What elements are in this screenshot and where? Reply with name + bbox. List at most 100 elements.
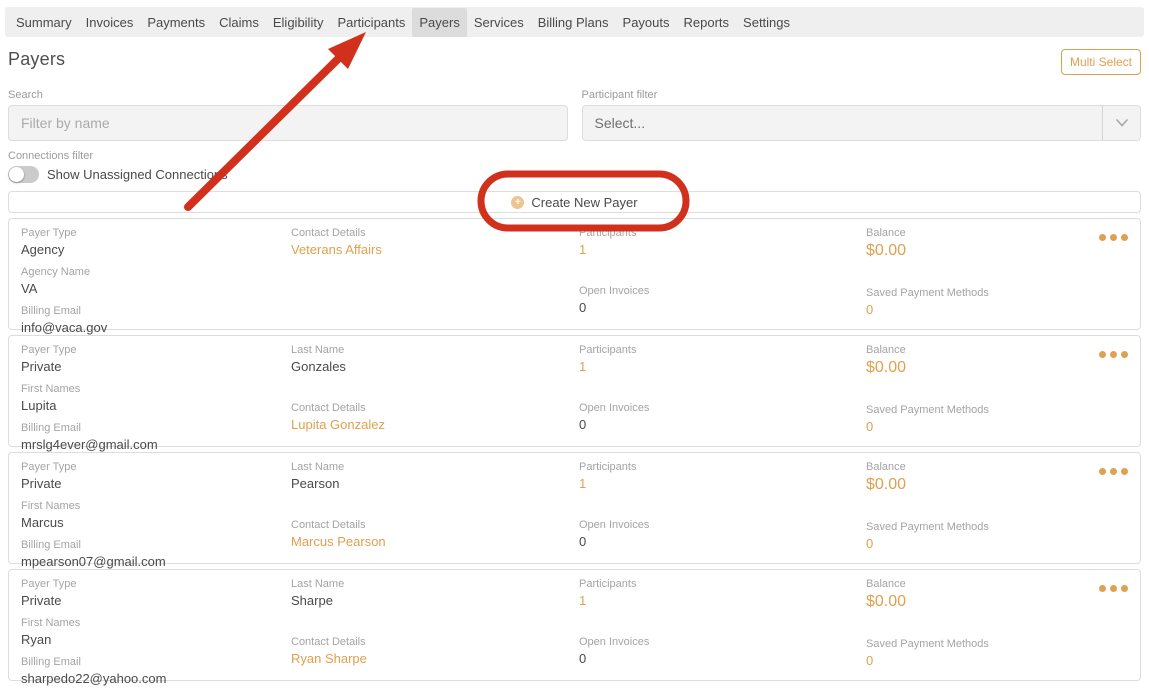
open-invoices-value: 0 bbox=[579, 533, 866, 550]
connections-filter-label: Connections filter bbox=[8, 150, 1141, 162]
create-new-payer-label: Create New Payer bbox=[531, 195, 637, 210]
payer-type-label: Payer Type bbox=[21, 227, 291, 240]
participant-filter-value: Select... bbox=[583, 115, 646, 131]
participant-filter-select[interactable]: Select... bbox=[582, 105, 1142, 141]
participants-label: Participants bbox=[579, 227, 866, 240]
first-names-label: First Names bbox=[21, 617, 291, 630]
contact-details-label: Contact Details bbox=[291, 227, 579, 240]
balance-value: $0.00 bbox=[866, 475, 1098, 494]
payer-type-label: Payer Type bbox=[21, 344, 291, 357]
billing-email-label: Billing Email bbox=[21, 539, 291, 552]
first-names-value: Lupita bbox=[21, 397, 291, 414]
last-name-value: Pearson bbox=[291, 475, 579, 492]
unassigned-connections-toggle[interactable] bbox=[8, 166, 39, 183]
tab-settings[interactable]: Settings bbox=[736, 8, 797, 37]
saved-payment-methods-label: Saved Payment Methods bbox=[866, 287, 1098, 300]
saved-payment-methods-label: Saved Payment Methods bbox=[866, 404, 1098, 417]
participants-value[interactable]: 1 bbox=[579, 475, 866, 492]
open-invoices-label: Open Invoices bbox=[579, 519, 866, 532]
tab-claims[interactable]: Claims bbox=[212, 8, 266, 37]
payer-card-veterans-affairs: Payer Type Agency Agency Name VA Billing… bbox=[8, 218, 1141, 330]
tab-payers[interactable]: Payers bbox=[412, 8, 466, 37]
payer-card-sharpe: Payer Type Private First Names Ryan Bill… bbox=[8, 569, 1141, 681]
tab-billing-plans[interactable]: Billing Plans bbox=[531, 8, 616, 37]
search-label: Search bbox=[8, 89, 568, 101]
agency-name-value: VA bbox=[21, 280, 291, 297]
card-menu-kebab-icon[interactable] bbox=[1098, 344, 1128, 453]
last-name-value: Gonzales bbox=[291, 358, 579, 375]
last-name-label: Last Name bbox=[291, 578, 579, 591]
payer-type-value: Private bbox=[21, 358, 291, 375]
first-names-value: Marcus bbox=[21, 514, 291, 531]
first-names-label: First Names bbox=[21, 500, 291, 513]
contact-details-link[interactable]: Ryan Sharpe bbox=[291, 650, 579, 667]
card-menu-kebab-icon[interactable] bbox=[1098, 227, 1128, 336]
payer-type-label: Payer Type bbox=[21, 578, 291, 591]
balance-label: Balance bbox=[866, 344, 1098, 357]
open-invoices-value: 0 bbox=[579, 299, 866, 316]
payer-type-value: Agency bbox=[21, 241, 291, 258]
agency-name-label: Agency Name bbox=[21, 266, 291, 279]
last-name-value: Sharpe bbox=[291, 592, 579, 609]
billing-email-label: Billing Email bbox=[21, 305, 291, 318]
participants-value[interactable]: 1 bbox=[579, 241, 866, 258]
billing-email-label: Billing Email bbox=[21, 656, 291, 669]
balance-value: $0.00 bbox=[866, 592, 1098, 611]
participants-label: Participants bbox=[579, 344, 866, 357]
toggle-knob bbox=[9, 167, 24, 182]
payer-card-gonzales: Payer Type Private First Names Lupita Bi… bbox=[8, 335, 1141, 447]
last-name-label: Last Name bbox=[291, 344, 579, 357]
balance-value: $0.00 bbox=[866, 241, 1098, 260]
top-nav-bar: Summary Invoices Payments Claims Eligibi… bbox=[5, 7, 1144, 37]
payer-type-label: Payer Type bbox=[21, 461, 291, 474]
connections-filter-group: Connections filter Show Unassigned Conne… bbox=[8, 150, 1141, 183]
participant-filter-label: Participant filter bbox=[582, 89, 1142, 101]
balance-value: $0.00 bbox=[866, 358, 1098, 377]
chevron-down-icon[interactable] bbox=[1102, 106, 1140, 140]
open-invoices-label: Open Invoices bbox=[579, 636, 866, 649]
saved-payment-methods-label: Saved Payment Methods bbox=[866, 521, 1098, 534]
contact-details-label: Contact Details bbox=[291, 402, 579, 415]
card-menu-kebab-icon[interactable] bbox=[1098, 461, 1128, 570]
balance-label: Balance bbox=[866, 578, 1098, 591]
tab-payouts[interactable]: Payouts bbox=[616, 8, 677, 37]
contact-details-link[interactable]: Veterans Affairs bbox=[291, 241, 579, 258]
participants-label: Participants bbox=[579, 461, 866, 474]
plus-icon: + bbox=[511, 196, 524, 209]
multi-select-button[interactable]: Multi Select bbox=[1061, 49, 1141, 75]
saved-payment-methods-label: Saved Payment Methods bbox=[866, 638, 1098, 651]
tab-invoices[interactable]: Invoices bbox=[79, 8, 141, 37]
tab-eligibility[interactable]: Eligibility bbox=[266, 8, 331, 37]
contact-details-link[interactable]: Marcus Pearson bbox=[291, 533, 579, 550]
contact-details-label: Contact Details bbox=[291, 519, 579, 532]
card-menu-kebab-icon[interactable] bbox=[1098, 578, 1128, 687]
tab-participants[interactable]: Participants bbox=[330, 8, 412, 37]
tab-services[interactable]: Services bbox=[467, 8, 531, 37]
tab-payments[interactable]: Payments bbox=[140, 8, 212, 37]
search-filter-group: Search bbox=[8, 89, 568, 141]
participants-value[interactable]: 1 bbox=[579, 592, 866, 609]
billing-email-value: info@vaca.gov bbox=[21, 319, 291, 336]
billing-email-value: mpearson07@gmail.com bbox=[21, 553, 291, 570]
saved-payment-methods-value[interactable]: 0 bbox=[866, 301, 1098, 318]
billing-email-value: mrslg4ever@gmail.com bbox=[21, 436, 291, 453]
billing-email-label: Billing Email bbox=[21, 422, 291, 435]
tab-summary[interactable]: Summary bbox=[9, 8, 79, 37]
participants-label: Participants bbox=[579, 578, 866, 591]
payer-type-value: Private bbox=[21, 475, 291, 492]
last-name-label: Last Name bbox=[291, 461, 579, 474]
balance-label: Balance bbox=[866, 461, 1098, 474]
participants-value[interactable]: 1 bbox=[579, 358, 866, 375]
open-invoices-label: Open Invoices bbox=[579, 285, 866, 298]
open-invoices-value: 0 bbox=[579, 650, 866, 667]
create-new-payer-button[interactable]: + Create New Payer bbox=[8, 191, 1141, 213]
contact-details-link[interactable]: Lupita Gonzalez bbox=[291, 416, 579, 433]
saved-payment-methods-value[interactable]: 0 bbox=[866, 535, 1098, 552]
page-title: Payers bbox=[8, 49, 65, 70]
unassigned-connections-toggle-label: Show Unassigned Connections bbox=[47, 167, 228, 182]
first-names-value: Ryan bbox=[21, 631, 291, 648]
tab-reports[interactable]: Reports bbox=[677, 8, 737, 37]
saved-payment-methods-value[interactable]: 0 bbox=[866, 418, 1098, 435]
saved-payment-methods-value[interactable]: 0 bbox=[866, 652, 1098, 669]
search-input[interactable] bbox=[8, 105, 568, 141]
